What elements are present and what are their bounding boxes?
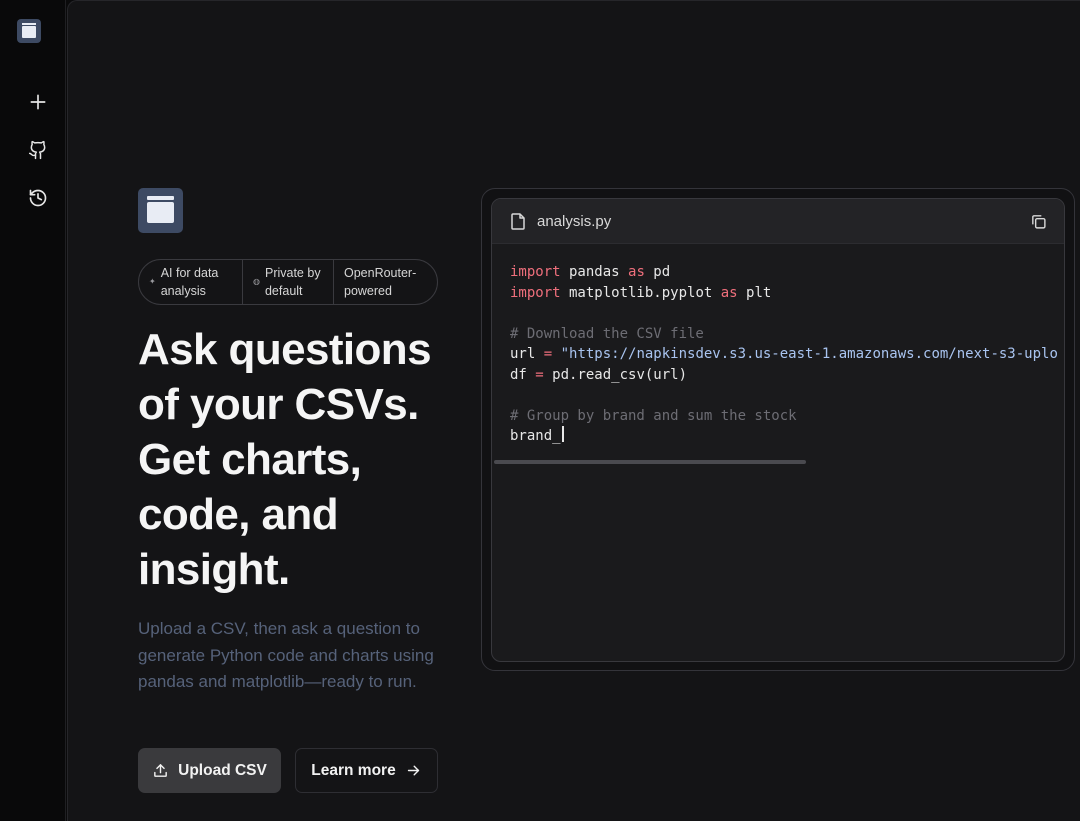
- code-token: df: [510, 366, 536, 383]
- plus-icon: [30, 94, 46, 110]
- sidebar: [0, 0, 66, 821]
- upload-csv-label: Upload CSV: [178, 761, 267, 779]
- code-token: pd: [644, 264, 671, 280]
- pill-openrouter: OpenRouter-powered: [334, 260, 437, 304]
- code-token: plt: [737, 284, 772, 301]
- code-block: import pandas as pd import matplotlib.py…: [510, 262, 1058, 447]
- pill-private-line1: Private by: [264, 266, 321, 280]
- github-icon: [28, 140, 46, 160]
- pill-openrouter-line1: OpenRouter-: [344, 266, 417, 280]
- code-string: "https://napkinsdev.s3.us-east-1.amazona…: [552, 346, 1058, 362]
- app-logo-icon[interactable]: [17, 19, 41, 43]
- upload-icon: [154, 764, 168, 777]
- horizontal-scrollbar[interactable]: [494, 460, 806, 464]
- code-token: url: [510, 346, 544, 362]
- pill-openrouter-line2: powered: [344, 284, 392, 298]
- page-title: Ask questions of your CSVs. Get charts, …: [138, 325, 432, 594]
- code-token: pd.read_csv(url): [543, 366, 688, 383]
- code-token: pandas: [560, 264, 629, 280]
- code-token: as: [628, 264, 645, 280]
- sparkle-icon: ✦: [149, 277, 156, 286]
- shield-icon: ◍: [253, 277, 260, 286]
- github-button[interactable]: [24, 136, 52, 164]
- code-comment: # Group by brand and sum the stock: [510, 407, 797, 424]
- pill-ai-line1: AI for data: [160, 266, 219, 280]
- history-button[interactable]: [24, 184, 52, 212]
- learn-more-label: Learn more: [311, 761, 396, 779]
- history-icon: [29, 189, 47, 207]
- code-token: =: [535, 366, 544, 383]
- feature-pills: ✦ AI for data analysis ◍ Private by defaul…: [138, 259, 438, 305]
- hero-logo-icon: [138, 188, 183, 233]
- pill-private: ◍ Private by default: [243, 260, 334, 304]
- arrow-right-icon: [407, 765, 419, 776]
- code-token: import: [510, 264, 561, 280]
- new-chat-button[interactable]: [24, 88, 52, 116]
- copy-icon[interactable]: [1030, 213, 1047, 230]
- code-token: =: [543, 346, 553, 362]
- code-token: as: [720, 284, 738, 301]
- learn-more-button[interactable]: Learn more: [295, 748, 438, 793]
- upload-csv-button[interactable]: Upload CSV: [138, 748, 281, 793]
- code-token: brand_: [510, 428, 561, 444]
- hero-description: Upload a CSV, then ask a question to gen…: [138, 619, 434, 691]
- file-name: analysis.py: [537, 213, 612, 230]
- code-preview: analysis.py import pandas as pd import m…: [491, 198, 1065, 662]
- code-token: import: [510, 284, 561, 301]
- pill-ai: ✦ AI for data analysis: [139, 260, 243, 304]
- pill-ai-line2: analysis: [160, 284, 206, 298]
- pill-private-line2: default: [264, 284, 303, 298]
- code-token: matplotlib.pyplot: [560, 284, 721, 301]
- file-icon: [511, 213, 525, 230]
- code-comment: # Download the CSV file: [510, 325, 704, 342]
- typing-cursor: [561, 426, 564, 442]
- code-header: analysis.py: [492, 199, 1064, 244]
